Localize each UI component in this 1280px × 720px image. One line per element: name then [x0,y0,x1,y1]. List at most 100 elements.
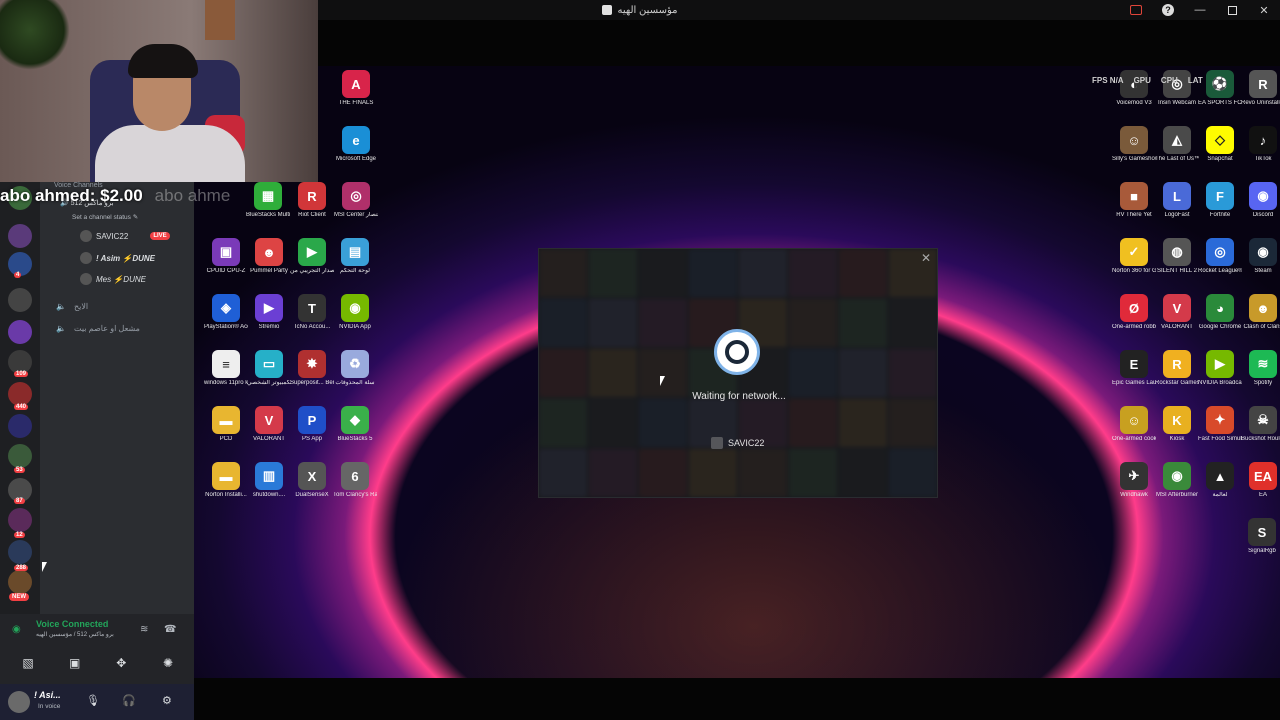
camera-off-icon[interactable]: ▧ [10,652,46,674]
voice-user[interactable]: Mes ⚡DUNE [80,273,146,285]
desktop-icon[interactable]: ✈ Windhawk [1112,462,1156,499]
desktop-icon[interactable]: V VALORANT [1155,294,1199,331]
disconnect-icon[interactable]: ☎ [164,624,176,635]
desktop-icon[interactable]: R Revo Uninstaller [1241,70,1280,107]
record-button[interactable] [1120,0,1152,20]
minimize-button[interactable]: — [1184,0,1216,20]
streamer-hair [128,44,198,78]
desktop-icon[interactable]: ◍ SILENT HILL 2 [1155,238,1199,275]
desktop-icon[interactable]: ◉ Discord [1241,182,1280,219]
maximize-button[interactable] [1216,0,1248,20]
server-icon[interactable] [8,444,32,468]
voice-user[interactable]: ! Asim ⚡DUNE [80,252,155,264]
desktop-icon[interactable]: ◉ MSI Afterburner [1155,462,1199,499]
desktop-icon[interactable]: ▶ NVIDIA Broadcast [1198,350,1242,387]
desktop-icon[interactable]: ≡ windows 11pro key.txt [204,350,248,387]
set-channel-status[interactable]: Set a channel status ✎ [72,213,138,221]
voice-user[interactable]: SAVIC22 LIVE [80,230,170,242]
desktop-icon[interactable]: ▤ لوحة التحكم [333,238,377,275]
desktop-icon[interactable]: e Microsoft Edge [334,126,378,163]
desktop-icon[interactable]: ♪ TikTok [1241,126,1280,163]
avatar[interactable] [8,691,30,713]
desktop-icon[interactable]: ◈ PlayStation® Accessories [204,294,248,331]
server-icon[interactable] [8,382,32,406]
desktop-icon[interactable]: ◭ The Last of Us™ Part I... [1155,126,1199,163]
voice-channel-item[interactable]: 🔈 مشعل او عاصم بيت [56,324,140,333]
desktop-icon[interactable]: ◆ BlueStacks 5 [333,406,377,443]
voice-channel-item[interactable]: 🔈 الايح [56,302,88,311]
user-panel: ! Asi... In voice 🎙 🎧 ⚙ [0,684,194,720]
desktop-icon[interactable]: ▲ لعالمة [1198,462,1242,499]
desktop-icon[interactable]: ☻ Pummel Party [247,238,291,275]
desktop-icon[interactable]: ✦ Fast Food Simulator [1198,406,1242,443]
desktop-icon[interactable]: ◎ Rocket League® [1198,238,1242,275]
desktop-icon[interactable]: P PS App [290,406,334,443]
voice-connected-label[interactable]: Voice Connected [36,619,108,629]
desktop-icon[interactable]: E Epic Games Launcher [1112,350,1156,387]
voice-channel-path[interactable]: برو ماكس 512 / مؤسسين الهيه [36,631,114,638]
desktop-icon[interactable]: R Rockstar Games ... [1155,350,1199,387]
sillys-icon: ☺ [1120,126,1148,154]
desktop-icon[interactable]: ◇ Snapchat [1198,126,1242,163]
new-badge: NEW [9,593,29,601]
help-button[interactable]: ? [1152,0,1184,20]
desktop-icon[interactable]: L LogoFast [1155,182,1199,219]
desktop-icon[interactable]: ▬ PCD [204,406,248,443]
server-icon[interactable] [8,224,32,248]
noise-suppression-icon[interactable]: ≋ [140,624,148,635]
desktop-icon[interactable]: ▶ الإصدار التجريبي من [290,238,334,275]
server-icon[interactable] [8,508,32,532]
desktop-icon[interactable]: ◉ Steam [1241,238,1280,275]
cook-icon: ☺ [1120,406,1148,434]
desktop-icon[interactable]: K Kiosk [1155,406,1199,443]
server-icon[interactable] [8,414,32,438]
desktop-icon[interactable]: ▶ Stremio [247,294,291,331]
desktop-icon[interactable]: ⚽ EA SPORTS FC™ 26 [1198,70,1242,107]
desktop-icon[interactable]: ☠ Buckshot Roulette [1241,406,1280,443]
desktop-icon[interactable]: ▬ Norton Installi... [204,462,248,499]
server-icon[interactable] [8,320,32,344]
desktop-icon[interactable]: ☺ One-armed cook [1112,406,1156,443]
desktop-icon[interactable]: ▥ shutdown.... [247,462,291,499]
desktop-icon[interactable]: ♻ سلة المحذوفات [333,350,377,387]
dialog-close-button[interactable]: ✕ [921,251,931,265]
steam-username: SAVIC22 [728,438,765,448]
microphone-icon[interactable]: 🎙 [86,694,100,707]
desktop-icon[interactable]: EA EA [1241,462,1280,499]
desktop-icon[interactable]: ◕ Google Chrome [1198,294,1242,331]
desktop-icon[interactable]: Ø One-armed robber [1112,294,1156,331]
desktop-icon[interactable]: X DualSenseX [290,462,334,499]
soundboard-icon[interactable]: ✺ [150,652,186,674]
desktop-icon[interactable]: ▭ هذا الكمبيوتر الشخصي [247,350,291,387]
screen-share-icon[interactable]: ▣ [57,652,93,674]
desktop-icon[interactable]: ◉ NVIDIA App [333,294,377,331]
activities-icon[interactable]: ✥ [103,652,139,674]
headphones-icon[interactable]: 🎧 [122,694,136,707]
desktop-icon[interactable]: ☺ Silly's Gameshow [1112,126,1156,163]
desktop-icon[interactable]: ☻ Clash of Clans [1241,294,1280,331]
desktop-icon[interactable]: T TcNo Accou... [290,294,334,331]
desktop-icon[interactable]: S SignalRgb [1240,518,1280,555]
desktop-icon[interactable]: ■ RV There Yet [1112,182,1156,219]
desktop-icon[interactable]: ✓ Norton 360 for Gamers [1112,238,1156,275]
signalrgb-icon: S [1248,518,1276,546]
desktop-icon-label: EA [1258,492,1267,498]
close-button[interactable]: ✕ [1248,0,1280,20]
desktop-icon[interactable]: A THE FINALS [334,70,378,107]
desktop-icon-label: PlayStation® Accessories [204,324,248,330]
desktop-icon[interactable]: ◎ MSI Center رمز اختصار [334,182,378,219]
desktop-icon[interactable]: F Fortnite [1198,182,1242,219]
settings-gear-icon[interactable]: ⚙ [162,694,172,707]
desktop-icon[interactable]: ✸ Superposit... Benchmark [290,350,334,387]
desktop-icon[interactable]: 6 Tom Clancy's Rainbow Si... [333,462,377,499]
desktop-icon[interactable]: ≋ Spotify [1241,350,1280,387]
desktop-icon[interactable]: V VALORANT [247,406,291,443]
server-icon[interactable] [8,570,32,594]
signal-icon: ◉ [12,624,21,635]
server-icon[interactable] [8,288,32,312]
server-icon[interactable] [8,540,32,564]
desktop-icon-label: One-armed cook [1112,436,1156,442]
cpuz-icon: ▣ [212,238,240,266]
desktop-icon[interactable]: ▣ CPUID CPU-Z [204,238,248,275]
username[interactable]: ! Asi... [34,690,61,700]
